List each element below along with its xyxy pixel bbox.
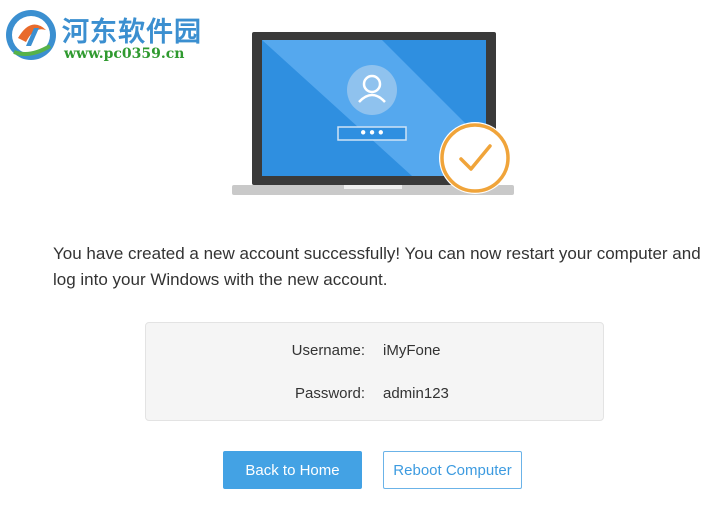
password-row: Password: admin123 (146, 385, 603, 405)
password-label: Password: (294, 385, 365, 402)
user-icon (347, 65, 397, 115)
laptop-icon: ••• (232, 32, 514, 195)
credentials-card: Username: iMyFone Password: admin123 (145, 322, 604, 421)
success-message: You have created a new account successfu… (53, 244, 701, 289)
watermark-badge-icon (6, 10, 56, 60)
password-value: admin123 (383, 385, 449, 402)
watermark-title: 河东软件园 (62, 17, 202, 48)
checkmark-icon (439, 122, 511, 194)
password-mask: ••• (359, 124, 386, 142)
reboot-computer-button[interactable]: Reboot Computer (383, 451, 522, 489)
watermark-logo: 河东软件园 www.pc0359.cn (4, 6, 204, 62)
username-value: iMyFone (383, 342, 441, 359)
back-to-home-button[interactable]: Back to Home (223, 451, 362, 489)
username-label: Username: (291, 342, 365, 359)
watermark-url: www.pc0359.cn (64, 46, 185, 62)
username-row: Username: iMyFone (146, 342, 603, 362)
